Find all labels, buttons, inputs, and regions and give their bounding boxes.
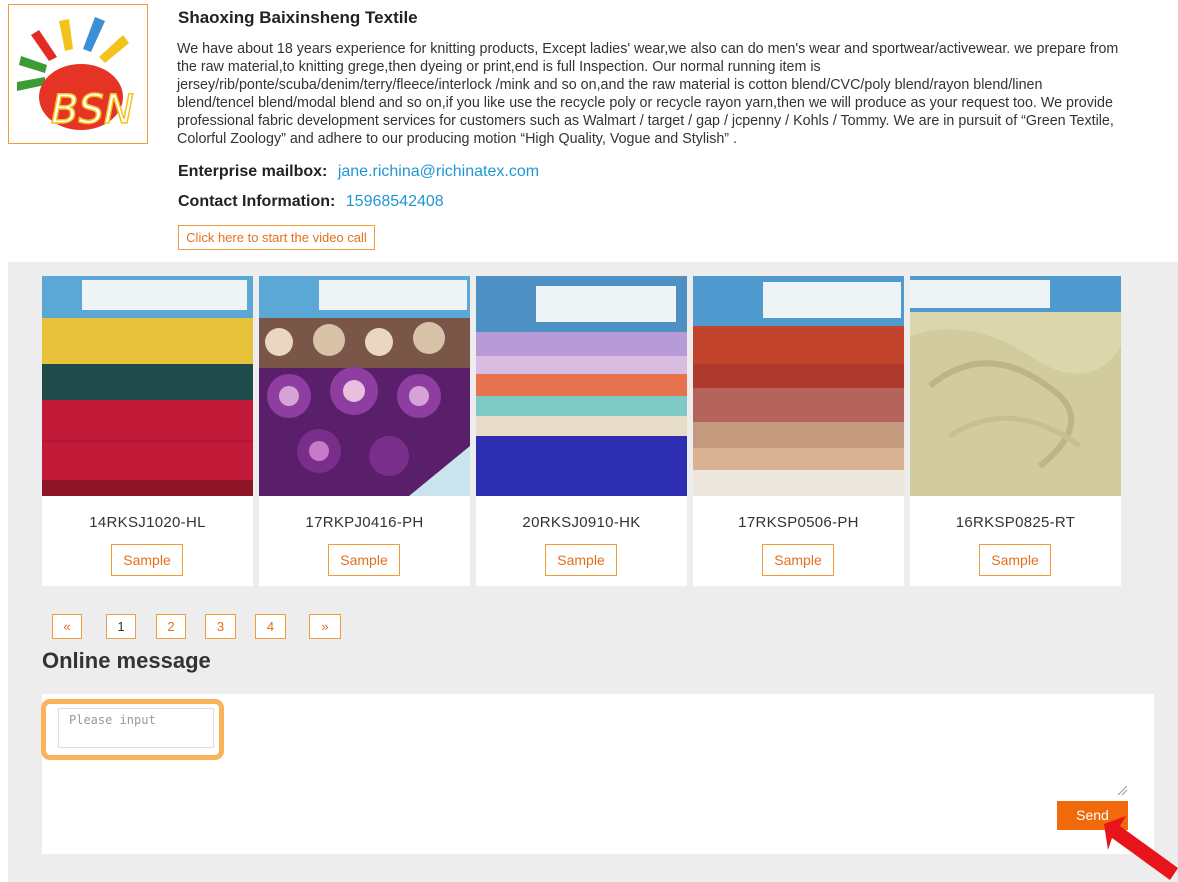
logo-lettering: BSN [51, 87, 134, 133]
product-card[interactable]: 17RKPJ0416-PH Sample [259, 276, 470, 586]
contact-phone-link[interactable]: 15968542408 [346, 193, 444, 210]
sample-button[interactable]: Sample [328, 544, 400, 576]
sample-button[interactable]: Sample [111, 544, 183, 576]
sample-button[interactable]: Sample [762, 544, 834, 576]
online-message-title: Online message [42, 648, 211, 673]
product-code: 14RKSJ1020-HL [89, 514, 206, 531]
page-button-1[interactable]: 1 [106, 614, 136, 639]
mailbox-row: Enterprise mailbox: jane.richina@richina… [178, 163, 539, 181]
video-call-button[interactable]: Click here to start the video call [178, 225, 375, 250]
product-code: 17RKPJ0416-PH [305, 514, 424, 531]
product-card[interactable]: 17RKSP0506-PH Sample [693, 276, 904, 586]
fabric-swatch-image[interactable] [42, 276, 253, 496]
prev-page-button[interactable]: « [52, 614, 82, 639]
product-code: 20RKSJ0910-HK [522, 514, 641, 531]
product-card[interactable]: 20RKSJ0910-HK Sample [476, 276, 687, 586]
fabric-swatch-image[interactable] [910, 276, 1121, 496]
company-logo: BSN [8, 4, 148, 144]
company-description: We have about 18 years experience for kn… [177, 41, 1119, 147]
company-name: Shaoxing Baixinsheng Textile [178, 8, 418, 27]
next-page-button[interactable]: » [309, 614, 341, 639]
mailbox-label: Enterprise mailbox: [178, 163, 328, 180]
fabric-swatch-image[interactable] [259, 276, 470, 496]
product-code: 17RKSP0506-PH [738, 514, 859, 531]
product-code: 16RKSP0825-RT [955, 514, 1076, 531]
contact-label: Contact Information: [178, 193, 336, 210]
page-button-2[interactable]: 2 [156, 614, 186, 639]
page-button-4[interactable]: 4 [255, 614, 286, 639]
send-button[interactable]: Send [1057, 801, 1128, 830]
fabric-swatch-image[interactable] [476, 276, 687, 496]
fabric-swatch-image[interactable] [693, 276, 904, 496]
sample-button[interactable]: Sample [545, 544, 617, 576]
product-grid: 14RKSJ1020-HL Sample 17RKPJ0416-PH Sampl… [42, 276, 1122, 586]
resize-grip-icon[interactable] [1116, 784, 1128, 796]
product-card[interactable]: 16RKSP0825-RT Sample [910, 276, 1121, 586]
sample-button[interactable]: Sample [979, 544, 1051, 576]
mailbox-link[interactable]: jane.richina@richinatex.com [338, 163, 539, 180]
page-button-3[interactable]: 3 [205, 614, 236, 639]
contact-row: Contact Information: 15968542408 [178, 193, 444, 211]
product-card[interactable]: 14RKSJ1020-HL Sample [42, 276, 253, 586]
message-input[interactable]: Please input [58, 708, 214, 748]
